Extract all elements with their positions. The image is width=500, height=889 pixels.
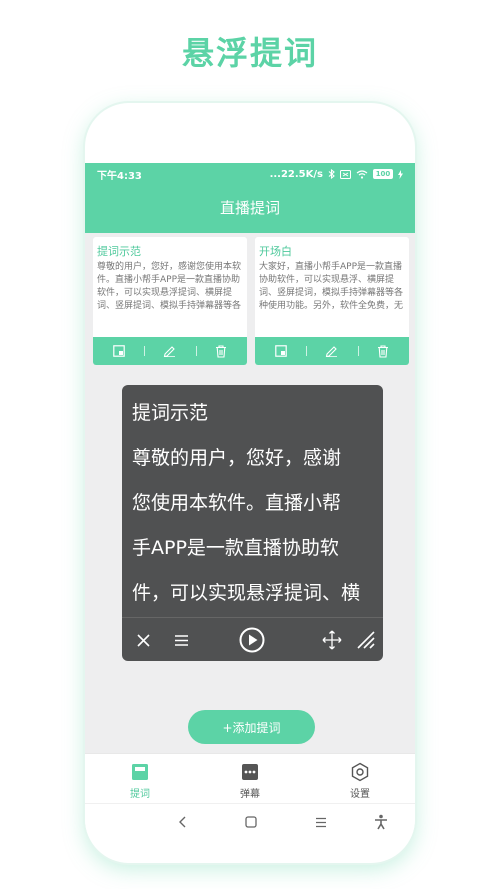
document-icon [131, 762, 149, 782]
script-card[interactable]: 开场白 大家好，直播小帮手APP是一款直播协助软件，可以实现悬浮、横屏提词、竖屏… [255, 237, 409, 365]
home-button[interactable] [242, 813, 260, 831]
tab-danmaku[interactable]: 弹幕 [195, 754, 305, 803]
prompter-line: 尊敬的用户，您好，感谢 [132, 447, 342, 469]
resize-icon [357, 631, 375, 649]
trash-icon [378, 344, 389, 358]
sim-icon [340, 169, 351, 179]
phone-frame: 下午4:33 ...22.5K/s 100 直播提词 提词示范 尊敬的用户，您好… [85, 103, 415, 863]
prompter-line: 手APP是一款直播协助软 [132, 537, 339, 559]
promo-title: 悬浮提词 [181, 34, 318, 72]
page-title: 直播提词 [219, 199, 280, 217]
card-actions [255, 337, 409, 365]
card-body: 大家好，直播小帮手APP是一款直播协助软件，可以实现悬浮、横屏提词、竖屏提词，模… [259, 262, 404, 311]
open-float-button[interactable] [93, 337, 144, 365]
card-body: 尊敬的用户，您好，感谢您使用本软件。直播小帮手APP是一款直播协助软件，可以实现… [97, 262, 242, 311]
trash-icon [216, 344, 227, 358]
back-button[interactable] [174, 813, 192, 831]
edit-icon [326, 346, 338, 357]
tab-label: 提词 [130, 789, 150, 800]
edit-button[interactable] [306, 337, 357, 365]
status-icons: ...22.5K/s 100 [270, 169, 403, 180]
card-title: 提词示范 [97, 245, 141, 258]
home-icon [245, 816, 257, 828]
play-button[interactable] [238, 626, 266, 654]
float-window-icon [274, 345, 287, 357]
tab-label: 弹幕 [240, 789, 260, 800]
settings-icon [350, 762, 370, 782]
prompter-line: 件，可以实现悬浮提词、横 [132, 582, 361, 604]
status-time: 下午4:33 [97, 170, 142, 182]
bluetooth-icon [328, 169, 335, 179]
tab-settings[interactable]: 设置 [305, 754, 415, 803]
network-speed: ...22.5K/s [269, 168, 323, 180]
close-button[interactable] [129, 626, 157, 654]
recents-icon [316, 817, 326, 827]
charging-icon [398, 169, 403, 179]
move-handle[interactable] [318, 626, 346, 654]
prompter-controls [122, 617, 383, 661]
chat-icon [241, 762, 259, 782]
prompter-title: 提词示范 [132, 402, 209, 424]
resize-handle[interactable] [352, 626, 380, 654]
floating-prompter-window[interactable]: 提词示范 尊敬的用户，您好，感谢 您使用本软件。直播小帮 手APP是一款直播协助… [122, 385, 383, 661]
delete-button[interactable] [195, 337, 247, 365]
bottom-tabbar: 提词 弹幕 设置 [85, 753, 415, 803]
card-actions [93, 337, 247, 365]
open-float-button[interactable] [255, 337, 306, 365]
script-card[interactable]: 提词示范 尊敬的用户，您好，感谢您使用本软件。直播小帮手APP是一款直播协助软件… [93, 237, 247, 365]
accessibility-button[interactable] [372, 813, 390, 831]
close-icon [136, 633, 150, 647]
app-screen: 下午4:33 ...22.5K/s 100 直播提词 提词示范 尊敬的用户，您好… [85, 163, 415, 803]
status-bar: 下午4:33 ...22.5K/s 100 [85, 163, 415, 185]
menu-button[interactable] [167, 626, 195, 654]
add-script-button[interactable]: +添加提词 [188, 710, 315, 744]
accessibility-icon [375, 814, 387, 830]
prompter-line: 您使用本软件。直播小帮 [132, 492, 342, 514]
move-icon [322, 630, 342, 650]
edit-button[interactable] [144, 337, 195, 365]
card-title: 开场白 [259, 245, 292, 258]
tab-prompter[interactable]: 提词 [85, 754, 195, 803]
wifi-icon [356, 169, 368, 179]
system-navbar [85, 803, 415, 839]
edit-icon [164, 346, 176, 357]
app-header: 下午4:33 ...22.5K/s 100 直播提词 [85, 163, 415, 233]
float-window-icon [112, 345, 125, 357]
battery-icon: 100 [373, 169, 393, 179]
recents-button[interactable] [312, 813, 330, 831]
menu-icon [174, 634, 188, 646]
play-icon [239, 627, 265, 653]
back-icon [179, 816, 186, 828]
tab-label: 设置 [350, 789, 370, 800]
delete-button[interactable] [357, 337, 409, 365]
prompter-text: 提词示范 尊敬的用户，您好，感谢 您使用本软件。直播小帮 手APP是一款直播协助… [132, 391, 377, 609]
